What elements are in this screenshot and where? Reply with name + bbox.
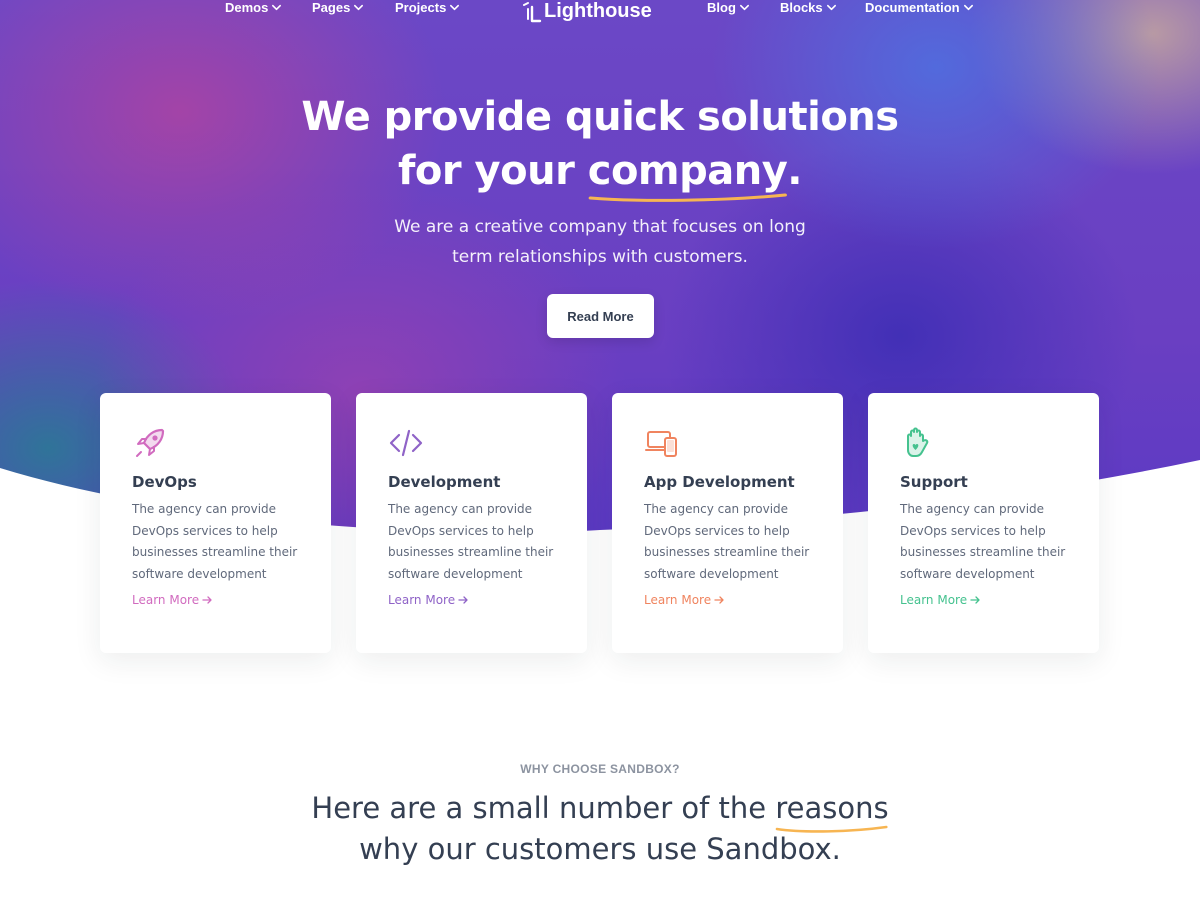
learn-more-link[interactable]: Learn More: [644, 593, 724, 607]
hero-subtitle: We are a creative company that focuses o…: [0, 212, 1200, 272]
section-title: Here are a small number of the reasons w…: [0, 788, 1200, 870]
hero-title-line-2-pre: for your: [398, 148, 588, 194]
card-description: The agency can provide DevOps services t…: [132, 502, 298, 581]
nav-projects-label: Projects: [395, 0, 447, 15]
devices-icon: [645, 431, 677, 457]
section-title-line-1: Here are a small number of the reasons: [0, 788, 1200, 833]
nav-projects[interactable]: Projects: [395, 0, 460, 15]
landing-page: Demos Pages Projects Lighthouse Blog Blo…: [0, 0, 1200, 900]
hand-heart-icon: [907, 427, 929, 457]
rocket-icon: [136, 428, 165, 457]
learn-more-label: Learn More: [900, 593, 968, 607]
lighthouse-logo-icon: [523, 1, 542, 22]
card-title: Support: [900, 473, 968, 491]
card-title: Development: [388, 473, 501, 491]
nav-pages[interactable]: Pages: [312, 0, 364, 15]
underline-squiggle-icon: [588, 193, 787, 202]
arrow-right-icon: [458, 596, 468, 604]
section-title-line-1-pre: Here are a small number of the: [311, 791, 776, 825]
nav-demos[interactable]: Demos: [225, 0, 282, 15]
arrow-right-icon: [714, 596, 724, 604]
hero-subtitle-line-2: term relationships with customers.: [452, 247, 748, 267]
hero-title-line-1: We provide quick solutions: [301, 94, 899, 140]
hero-title-line-2-post: .: [787, 148, 802, 194]
chevron-down-icon: [826, 4, 836, 11]
nav-blocks[interactable]: Blocks: [780, 0, 837, 15]
chevron-down-icon: [354, 4, 364, 11]
top-navigation: Demos Pages Projects Lighthouse Blog Blo…: [0, 0, 1200, 22]
card-description: The agency can provide DevOps services t…: [644, 502, 810, 581]
hero-title: We provide quick solutions for your comp…: [0, 90, 1200, 202]
nav-blog[interactable]: Blog: [707, 0, 750, 15]
arrow-right-icon: [202, 596, 212, 604]
learn-more-label: Learn More: [388, 593, 456, 607]
learn-more-label: Learn More: [132, 593, 200, 607]
underline-squiggle-icon: [776, 825, 888, 833]
chevron-down-icon: [450, 4, 460, 11]
learn-more-link[interactable]: Learn More: [388, 593, 468, 607]
nav-pages-label: Pages: [312, 0, 351, 15]
learn-more-link[interactable]: Learn More: [900, 593, 980, 607]
nav-documentation-label: Documentation: [865, 0, 960, 15]
card-title: DevOps: [132, 473, 197, 491]
service-card-devops: DevOps The agency can provide DevOps ser…: [100, 393, 331, 653]
hero-title-highlight-text: company: [587, 148, 788, 194]
chevron-down-icon: [272, 4, 282, 11]
nav-demos-label: Demos: [225, 0, 269, 15]
chevron-down-icon: [963, 4, 973, 11]
service-card-app-development: App Development The agency can provide D…: [612, 393, 843, 653]
section-title-highlight: reasons: [775, 788, 889, 833]
service-card-support: Support The agency can provide DevOps se…: [868, 393, 1099, 653]
learn-more-label: Learn More: [644, 593, 712, 607]
section-title-highlight-text: reasons: [775, 791, 889, 825]
arrow-right-icon: [970, 596, 980, 604]
service-card-development: Development The agency can provide DevOp…: [356, 393, 587, 653]
learn-more-link[interactable]: Learn More: [132, 593, 212, 607]
card-title: App Development: [644, 473, 795, 491]
site-logo[interactable]: Lighthouse: [522, 0, 652, 23]
hero-title-line-2: for your company.: [0, 144, 1200, 202]
hero-subtitle-line-1: We are a creative company that focuses o…: [394, 217, 806, 237]
nav-blog-label: Blog: [707, 0, 736, 15]
card-description: The agency can provide DevOps services t…: [900, 502, 1066, 581]
nav-blocks-label: Blocks: [780, 0, 823, 15]
card-description: The agency can provide DevOps services t…: [388, 502, 554, 581]
section-title-line-2: why our customers use Sandbox.: [359, 832, 841, 866]
hero-title-highlight: company: [587, 144, 788, 202]
code-icon: [389, 429, 423, 457]
chevron-down-icon: [739, 4, 749, 11]
section-eyebrow: WHY CHOOSE SANDBOX?: [520, 762, 680, 776]
nav-documentation[interactable]: Documentation: [865, 0, 974, 15]
logo-text: Lighthouse: [544, 0, 652, 22]
read-more-button[interactable]: Read More: [547, 294, 654, 338]
